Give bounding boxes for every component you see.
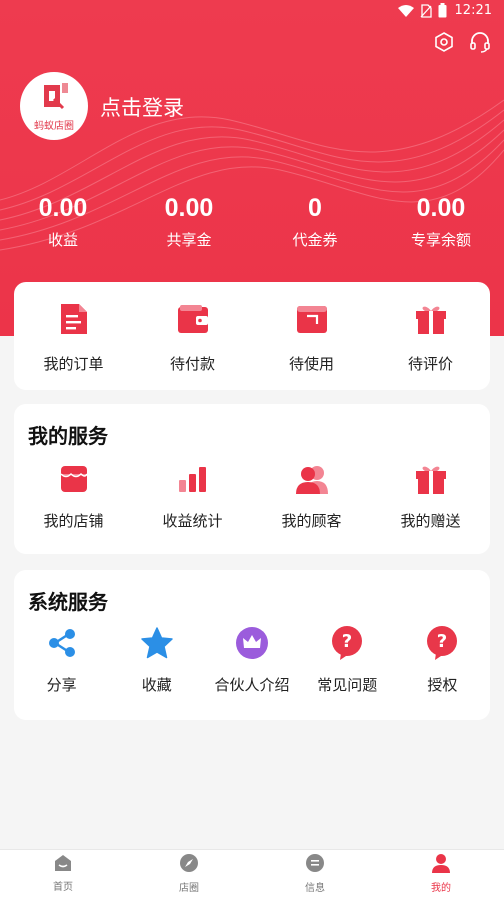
share-button[interactable]: 分享 <box>14 626 109 695</box>
stat-shared-fund[interactable]: 0.00 共享金 <box>126 194 252 250</box>
order-pending-payment-button[interactable]: 待付款 <box>133 299 252 374</box>
question-icon: ? <box>331 626 363 660</box>
tab-circle-label: 店圈 <box>179 883 199 894</box>
tab-mine-label: 我的 <box>431 883 451 894</box>
favorites-label: 收藏 <box>141 676 172 694</box>
share-icon <box>47 626 77 660</box>
stat-value: 0 <box>308 194 322 222</box>
header-actions <box>432 30 492 54</box>
stat-label: 共享金 <box>166 231 212 249</box>
my-customers-button[interactable]: 我的顾客 <box>252 462 371 531</box>
my-customers-label: 我的顾客 <box>281 512 342 530</box>
svg-text:?: ? <box>342 631 352 652</box>
star-icon <box>141 626 173 660</box>
stat-value: 0.00 <box>38 194 88 222</box>
user-icon <box>431 853 451 877</box>
order-to-review-label: 待评价 <box>407 354 453 373</box>
compass-icon <box>179 853 199 877</box>
earnings-stats-label: 收益统计 <box>162 512 223 530</box>
my-services-card: 我的服务 我的店铺 收益统计 我的顾客 我的赠送 <box>14 404 490 554</box>
svg-text:?: ? <box>437 631 447 652</box>
stat-earnings[interactable]: 0.00 收益 <box>0 194 126 250</box>
tab-messages-label: 信息 <box>305 883 325 894</box>
settings-icon[interactable] <box>432 30 456 54</box>
message-icon <box>305 853 325 877</box>
status-time: 12:21 <box>454 3 492 18</box>
system-services-card: 系统服务 分享 收藏 合伙人介绍 ? 常见问题 ? 授权 <box>14 570 490 720</box>
login-link[interactable]: 点击登录 <box>100 92 184 122</box>
tab-mine[interactable]: 我的 <box>378 850 504 897</box>
headset-icon[interactable] <box>468 30 492 54</box>
partner-intro-label: 合伙人介绍 <box>214 676 290 694</box>
my-shop-label: 我的店铺 <box>43 512 104 530</box>
tab-home[interactable]: 首页 <box>0 850 126 897</box>
my-services-title: 我的服务 <box>28 424 108 448</box>
my-gifts-button[interactable]: 我的赠送 <box>371 462 490 531</box>
order-document-icon <box>59 299 89 339</box>
home-icon <box>53 854 73 876</box>
no-sim-icon <box>420 3 432 18</box>
stat-label: 收益 <box>47 231 78 249</box>
gift-box-icon <box>415 299 447 339</box>
stats-row: 0.00 收益 0.00 共享金 0 代金券 0.00 专享余额 <box>0 194 504 250</box>
stat-value: 0.00 <box>416 194 466 222</box>
tab-circle[interactable]: 店圈 <box>126 850 252 897</box>
customers-icon <box>295 462 328 496</box>
system-services-title: 系统服务 <box>28 590 108 614</box>
status-bar: 12:21 <box>0 0 504 24</box>
logo-icon <box>38 81 70 115</box>
wifi-icon <box>397 4 414 17</box>
gift-icon <box>415 462 447 496</box>
avatar[interactable]: 蚂蚁店圈 <box>20 72 88 140</box>
stat-label: 代金券 <box>292 231 338 249</box>
partner-intro-button[interactable]: 合伙人介绍 <box>204 626 299 695</box>
stat-vouchers[interactable]: 0 代金券 <box>252 194 378 250</box>
order-to-review-button[interactable]: 待评价 <box>371 299 490 374</box>
order-to-use-label: 待使用 <box>288 354 334 373</box>
authorize-button[interactable]: ? 授权 <box>395 626 490 695</box>
favorites-button[interactable]: 收藏 <box>109 626 204 695</box>
orders-card: 我的订单 待付款 待使用 待评价 <box>14 282 490 390</box>
order-to-use-button[interactable]: 待使用 <box>252 299 371 374</box>
order-all-label: 我的订单 <box>43 354 104 373</box>
stat-label: 专享余额 <box>410 231 471 249</box>
avatar-brand-text: 蚂蚁店圈 <box>34 120 74 132</box>
earnings-stats-button[interactable]: 收益统计 <box>133 462 252 531</box>
faq-button[interactable]: ? 常见问题 <box>300 626 395 695</box>
crown-icon <box>236 626 268 660</box>
tab-home-label: 首页 <box>53 882 73 893</box>
my-gifts-label: 我的赠送 <box>400 512 461 530</box>
authorize-label: 授权 <box>427 676 458 694</box>
tab-messages[interactable]: 信息 <box>252 850 378 897</box>
order-all-button[interactable]: 我的订单 <box>14 299 133 374</box>
shop-icon <box>58 462 90 496</box>
battery-icon <box>438 3 447 18</box>
share-label: 分享 <box>46 676 77 694</box>
my-shop-button[interactable]: 我的店铺 <box>14 462 133 531</box>
order-pending-payment-label: 待付款 <box>169 354 215 373</box>
bottom-tab-bar: 首页 店圈 信息 我的 <box>0 849 504 897</box>
faq-label: 常见问题 <box>317 676 378 694</box>
stat-value: 0.00 <box>164 194 214 222</box>
stat-exclusive-balance[interactable]: 0.00 专享余额 <box>378 194 504 250</box>
wallet-icon <box>176 299 210 339</box>
bar-chart-icon <box>178 462 208 496</box>
authorize-question-icon: ? <box>426 626 458 660</box>
voucher-icon <box>295 299 329 339</box>
